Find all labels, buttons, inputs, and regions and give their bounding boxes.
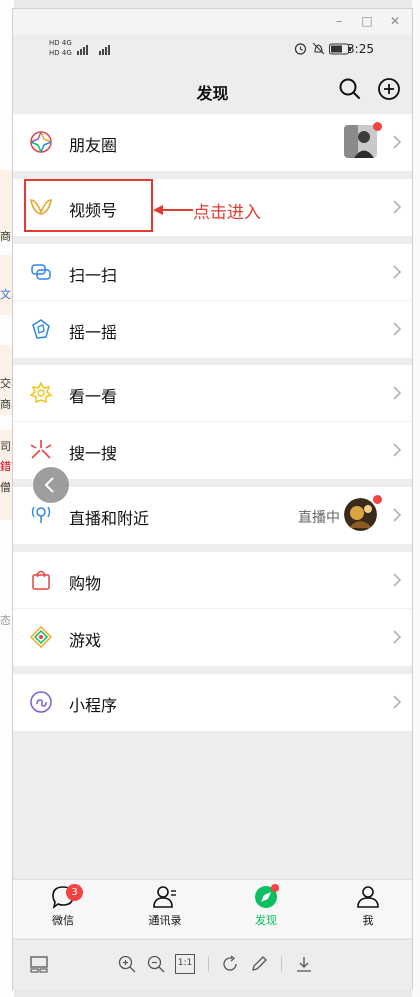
- tab-label: 微信: [52, 914, 74, 927]
- menu-item-label: 搜一搜: [69, 444, 118, 463]
- scan-icon: [31, 264, 51, 280]
- chevron-left-icon: [44, 477, 54, 493]
- tab-label: 通讯录: [148, 914, 182, 927]
- chevron-right-icon: [393, 322, 402, 336]
- discover-icon: [255, 884, 279, 908]
- group-live-nearby: 直播和附近 直播中: [13, 487, 412, 544]
- tab-label: 发现: [255, 914, 277, 927]
- tab-label: 我: [362, 914, 374, 927]
- window-titlebar: – □ ✕: [13, 9, 412, 34]
- chevron-right-icon: [393, 265, 402, 279]
- actual-size-icon[interactable]: 1:1: [175, 954, 195, 974]
- menu-item-search[interactable]: 搜一搜: [13, 422, 412, 479]
- floating-back-button[interactable]: [33, 467, 69, 503]
- group-shop-games: 购物 游戏: [13, 552, 412, 666]
- bottom-tab-bar: 微信 3 通讯录 发现 我: [13, 879, 412, 938]
- chevron-right-icon: [393, 630, 402, 644]
- moments-thumbnail: [344, 125, 377, 158]
- edit-icon[interactable]: [249, 954, 269, 974]
- menu-item-label: 摇一摇: [69, 323, 118, 342]
- add-icon[interactable]: [376, 76, 402, 102]
- download-icon[interactable]: [294, 954, 314, 974]
- menu-item-moments[interactable]: 朋友圈: [13, 114, 412, 171]
- annotation-arrow-icon: [153, 205, 193, 215]
- status-bar: HD 4G HD 4G 3:25: [13, 35, 412, 63]
- chevron-right-icon: [393, 386, 402, 400]
- bg-fragment: 商: [0, 230, 11, 243]
- minimize-button[interactable]: –: [331, 13, 347, 29]
- zoom-out-icon[interactable]: [146, 954, 166, 974]
- sim2-signal: HD 4G: [49, 49, 72, 57]
- clock: 3:25: [347, 42, 374, 56]
- unread-badge: 3: [66, 884, 83, 901]
- contacts-icon: [153, 886, 176, 908]
- toolbar-separator: [208, 956, 209, 972]
- maximize-button[interactable]: □: [359, 13, 375, 29]
- menu-item-mini-programs[interactable]: 小程序: [13, 674, 412, 731]
- annotation-text: 点击进入: [193, 203, 261, 223]
- menu-item-scan[interactable]: 扫一扫: [13, 244, 412, 301]
- toolbar-separator: [281, 956, 282, 972]
- phone-window: – □ ✕ HD 4G HD 4G 3:25 发现 朋友圈 视频号 扫一扫 摇一…: [12, 8, 413, 990]
- live-nearby-icon: [31, 506, 51, 523]
- menu-item-label: 游戏: [69, 631, 102, 650]
- me-icon: [357, 886, 379, 908]
- mute-icon: [312, 42, 325, 55]
- close-button[interactable]: ✕: [387, 13, 403, 29]
- group-mini-programs: 小程序: [13, 674, 412, 731]
- group-scan-shake: 扫一扫 摇一摇: [13, 244, 412, 358]
- live-thumbnail: [344, 498, 377, 531]
- live-dot: [373, 495, 382, 504]
- menu-item-shake[interactable]: 摇一摇: [13, 301, 412, 358]
- chevron-right-icon: [393, 135, 402, 149]
- chevron-right-icon: [393, 200, 402, 214]
- sim1-signal: HD 4G: [49, 39, 72, 47]
- shopping-icon: [32, 570, 50, 590]
- viewer-toolbar: 1:1: [13, 939, 412, 990]
- layout-icon[interactable]: [29, 954, 49, 974]
- group-look-search: 看一看 搜一搜: [13, 365, 412, 479]
- menu-item-shopping[interactable]: 购物: [13, 552, 412, 609]
- tab-discover[interactable]: 发现: [231, 884, 301, 928]
- tab-contacts[interactable]: 通讯录: [130, 884, 200, 928]
- group-moments: 朋友圈: [13, 114, 412, 171]
- bg-fragment: 僧: [0, 481, 11, 494]
- app-header: 发现: [13, 64, 412, 114]
- alarm-icon: [294, 43, 307, 55]
- top-stories-icon: [29, 381, 53, 404]
- chevron-right-icon: [393, 508, 402, 522]
- zoom-in-icon[interactable]: [117, 954, 137, 974]
- live-status-text: 直播中: [298, 510, 340, 526]
- menu-item-games[interactable]: 游戏: [13, 609, 412, 666]
- search-icon[interactable]: [337, 76, 363, 102]
- menu-item-live-nearby[interactable]: 直播和附近 直播中: [13, 487, 412, 544]
- menu-item-label: 看一看: [69, 387, 118, 406]
- menu-item-label: 购物: [69, 574, 102, 593]
- tab-me[interactable]: 我: [333, 884, 403, 928]
- chevron-right-icon: [393, 443, 402, 457]
- chevron-right-icon: [393, 695, 402, 709]
- annotation-highlight-box: [24, 179, 153, 232]
- menu-item-label: 直播和附近: [69, 509, 150, 528]
- rotate-icon[interactable]: [220, 954, 240, 974]
- shake-icon: [32, 319, 50, 339]
- moments-icon: [30, 131, 52, 153]
- menu-item-label: 小程序: [69, 696, 118, 715]
- new-moments-dot: [373, 122, 382, 131]
- mini-programs-icon: [30, 691, 52, 713]
- tab-chats[interactable]: 微信 3: [28, 884, 98, 928]
- bg-fragment: 态: [0, 614, 11, 627]
- background-app-right: [412, 0, 420, 997]
- games-icon: [29, 625, 53, 649]
- menu-item-top-stories[interactable]: 看一看: [13, 365, 412, 422]
- menu-item-label: 扫一扫: [69, 266, 118, 285]
- chevron-right-icon: [393, 573, 402, 587]
- menu-item-label: 朋友圈: [69, 136, 118, 155]
- signal-bars-icon: [77, 45, 110, 55]
- search-discover-icon: [30, 440, 52, 459]
